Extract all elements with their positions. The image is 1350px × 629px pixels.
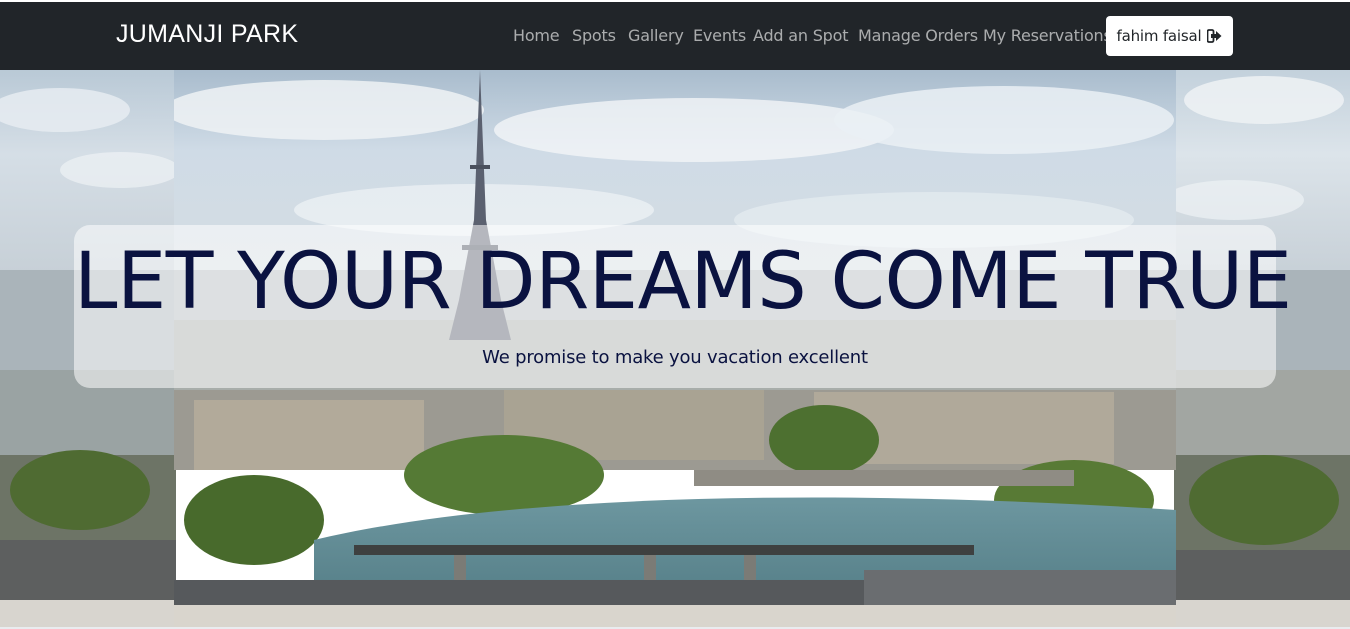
sign-out-icon [1207, 29, 1222, 43]
nav-events-link[interactable]: Events [693, 26, 746, 45]
hero-banner: LET YOUR DREAMS COME TRUE We promise to … [74, 225, 1292, 388]
nav-add-spot-link[interactable]: Add an Spot [753, 26, 848, 45]
nav-home-link[interactable]: Home [513, 26, 560, 45]
user-name-label: fahim faisal [1116, 27, 1202, 45]
user-logout-button[interactable]: fahim faisal [1106, 16, 1233, 56]
navbar: JUMANJI PARK Home Spots Gallery Events A… [0, 2, 1350, 70]
hero-section: LET YOUR DREAMS COME TRUE We promise to … [0, 70, 1350, 627]
hero-title: LET YOUR DREAMS COME TRUE [74, 237, 1292, 327]
nav-my-reservations-link[interactable]: My Reservations [983, 26, 1112, 45]
nav-gallery-link[interactable]: Gallery [628, 26, 684, 45]
hero-subtitle: We promise to make you vacation excellen… [482, 347, 868, 368]
brand-logo[interactable]: JUMANJI PARK [116, 20, 298, 49]
nav-spots-link[interactable]: Spots [572, 26, 616, 45]
nav-manage-orders-link[interactable]: Manage Orders [858, 26, 978, 45]
